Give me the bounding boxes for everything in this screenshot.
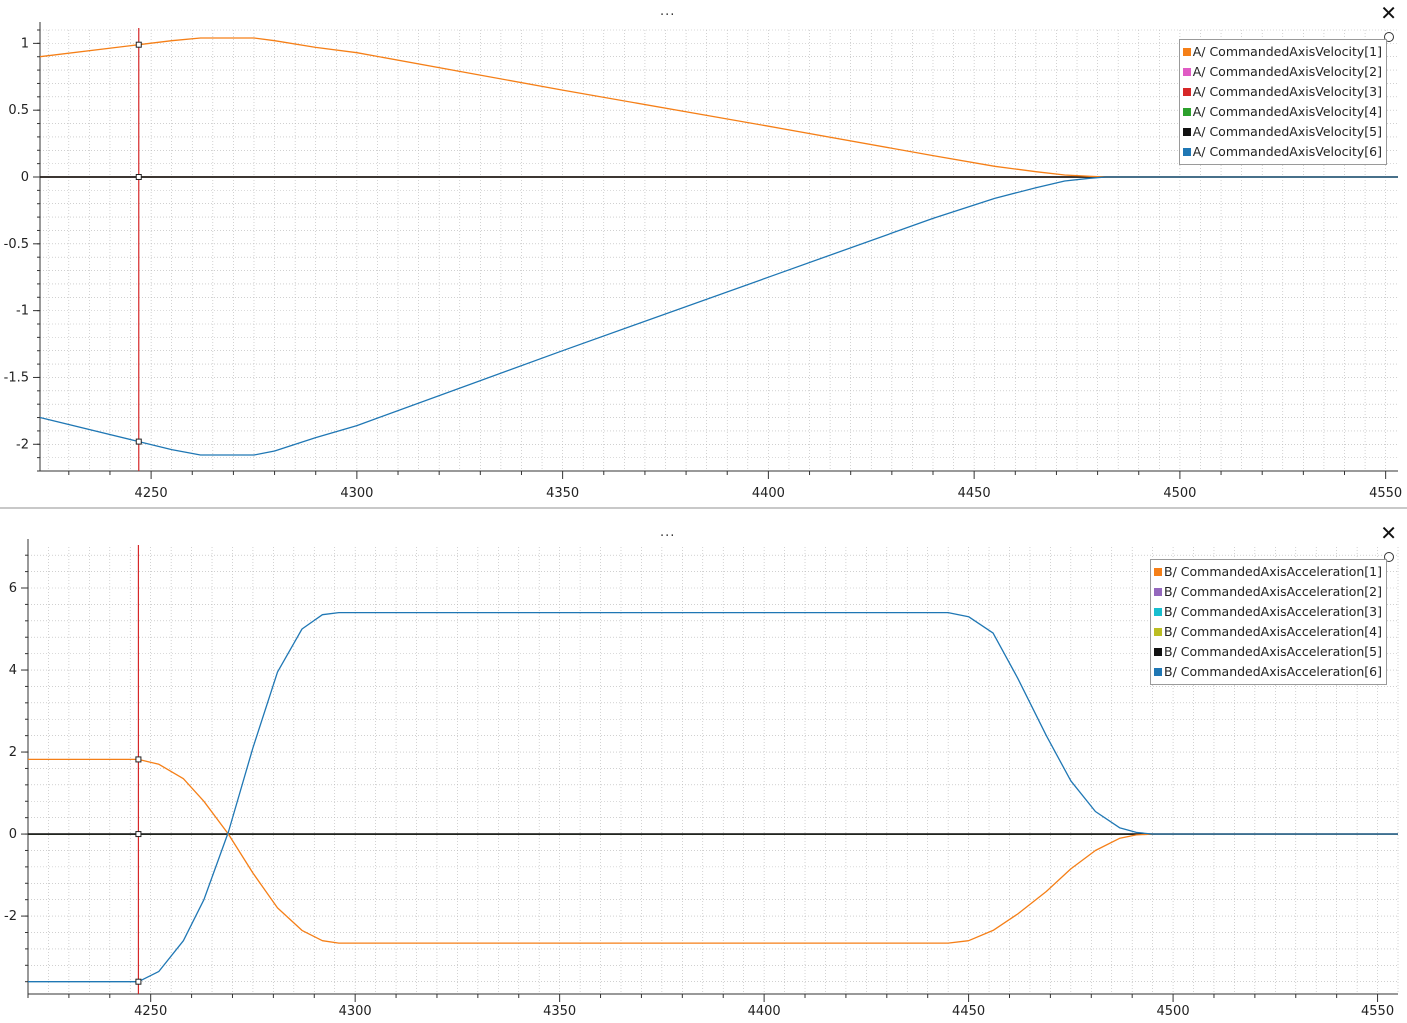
legend-label: B/ CommandedAxisAcceleration[4]: [1164, 624, 1382, 639]
legend-swatch: [1154, 608, 1163, 616]
legend-label: A/ CommandedAxisVelocity[4]: [1192, 104, 1382, 119]
y-tick-label: -1: [16, 304, 29, 319]
y-tick-label: 1: [21, 36, 29, 51]
acceleration-panel: 4250 4300 4350 4400 4450 4500 4550 6 4 2 0 -2 ... ✕…: [0, 509, 1407, 1023]
legend-item[interactable]: A/ CommandedAxisVelocity[2]: [1182, 62, 1382, 82]
legend-label: A/ CommandedAxisVelocity[6]: [1192, 144, 1382, 159]
legend-label: A/ CommandedAxisVelocity[1]: [1192, 44, 1382, 59]
legend-swatch: [1154, 648, 1163, 656]
legend-item[interactable]: A/ CommandedAxisVelocity[1]: [1182, 42, 1382, 62]
x-tick-label: 4400: [748, 1004, 781, 1019]
y-tick-label: 6: [9, 581, 17, 596]
legend-swatch: [1182, 108, 1191, 116]
legend-item[interactable]: A/ CommandedAxisVelocity[6]: [1182, 142, 1382, 162]
legend-label: B/ CommandedAxisAcceleration[3]: [1164, 604, 1382, 619]
legend-item[interactable]: B/ CommandedAxisAcceleration[2]: [1154, 582, 1382, 602]
cursor-marker: [135, 41, 142, 48]
panel-menu-button[interactable]: ...: [660, 4, 675, 19]
y-tick-label: -0.5: [4, 237, 29, 252]
legend: B/ CommandedAxisAcceleration[1] B/ Comman…: [1150, 559, 1387, 685]
x-tick-label: 4300: [339, 1004, 372, 1019]
legend-swatch: [1182, 88, 1191, 96]
x-tick-label: 4350: [546, 486, 579, 501]
legend: A/ CommandedAxisVelocity[1] A/ CommandedA…: [1178, 39, 1387, 165]
y-tick-label: 0: [21, 170, 29, 185]
legend-swatch: [1154, 588, 1163, 596]
y-tick-label: 0.5: [8, 103, 29, 118]
legend-item[interactable]: B/ CommandedAxisAcceleration[3]: [1154, 602, 1382, 622]
x-tick-label: 4300: [340, 486, 373, 501]
y-tick-label: -2: [4, 909, 17, 924]
y-tick-label: -2: [16, 437, 29, 452]
legend-item[interactable]: B/ CommandedAxisAcceleration[1]: [1154, 562, 1382, 582]
legend-label: A/ CommandedAxisVelocity[3]: [1192, 84, 1382, 99]
panel-menu-button[interactable]: ...: [660, 525, 675, 540]
legend-swatch: [1182, 148, 1191, 156]
legend-swatch: [1182, 68, 1191, 76]
x-tick-label: 4550: [1361, 1004, 1394, 1019]
x-tick-label: 4450: [958, 486, 991, 501]
x-tick-label: 4450: [952, 1004, 985, 1019]
cursor-marker: [135, 438, 142, 445]
x-tick-label: 4500: [1157, 1004, 1190, 1019]
legend-label: A/ CommandedAxisVelocity[5]: [1192, 124, 1382, 139]
legend-item[interactable]: A/ CommandedAxisVelocity[5]: [1182, 122, 1382, 142]
legend-item[interactable]: A/ CommandedAxisVelocity[4]: [1182, 102, 1382, 122]
y-tick-label: 0: [9, 827, 17, 842]
legend-item[interactable]: B/ CommandedAxisAcceleration[5]: [1154, 642, 1382, 662]
legend-label: B/ CommandedAxisAcceleration[6]: [1164, 664, 1382, 679]
legend-label: B/ CommandedAxisAcceleration[2]: [1164, 584, 1382, 599]
cursor-marker: [135, 756, 142, 763]
legend-item[interactable]: A/ CommandedAxisVelocity[3]: [1182, 82, 1382, 102]
legend-label: B/ CommandedAxisAcceleration[1]: [1164, 564, 1382, 579]
x-tick-label: 4500: [1163, 486, 1196, 501]
legend-swatch: [1154, 568, 1163, 576]
legend-swatch: [1154, 668, 1163, 676]
x-tick-label: 4250: [135, 486, 168, 501]
cursor-marker: [135, 831, 142, 838]
cursor-marker: [135, 174, 142, 180]
close-icon[interactable]: ✕: [1380, 2, 1397, 24]
x-tick-label: 4550: [1369, 486, 1402, 501]
close-icon[interactable]: ✕: [1380, 522, 1397, 544]
legend-swatch: [1154, 628, 1163, 636]
y-tick-label: 4: [9, 663, 17, 678]
legend-item[interactable]: B/ CommandedAxisAcceleration[4]: [1154, 622, 1382, 642]
cursor-marker: [135, 978, 142, 985]
legend-label: B/ CommandedAxisAcceleration[5]: [1164, 644, 1382, 659]
y-tick-label: -1.5: [4, 370, 29, 385]
series-line-1: [28, 758, 1398, 944]
x-tick-label: 4250: [134, 1004, 167, 1019]
velocity-panel: 4250 4300 4350 4400 4450 4500 4550 1 0.5 0 -0.5 -1 -…: [0, 0, 1407, 507]
x-tick-label: 4400: [752, 486, 785, 501]
legend-label: A/ CommandedAxisVelocity[2]: [1192, 64, 1382, 79]
legend-swatch: [1182, 128, 1191, 136]
series-line-6: [39, 176, 1398, 456]
y-tick-label: 2: [9, 745, 17, 760]
legend-swatch: [1182, 48, 1191, 56]
legend-item[interactable]: B/ CommandedAxisAcceleration[6]: [1154, 662, 1382, 682]
x-tick-label: 4350: [543, 1004, 576, 1019]
